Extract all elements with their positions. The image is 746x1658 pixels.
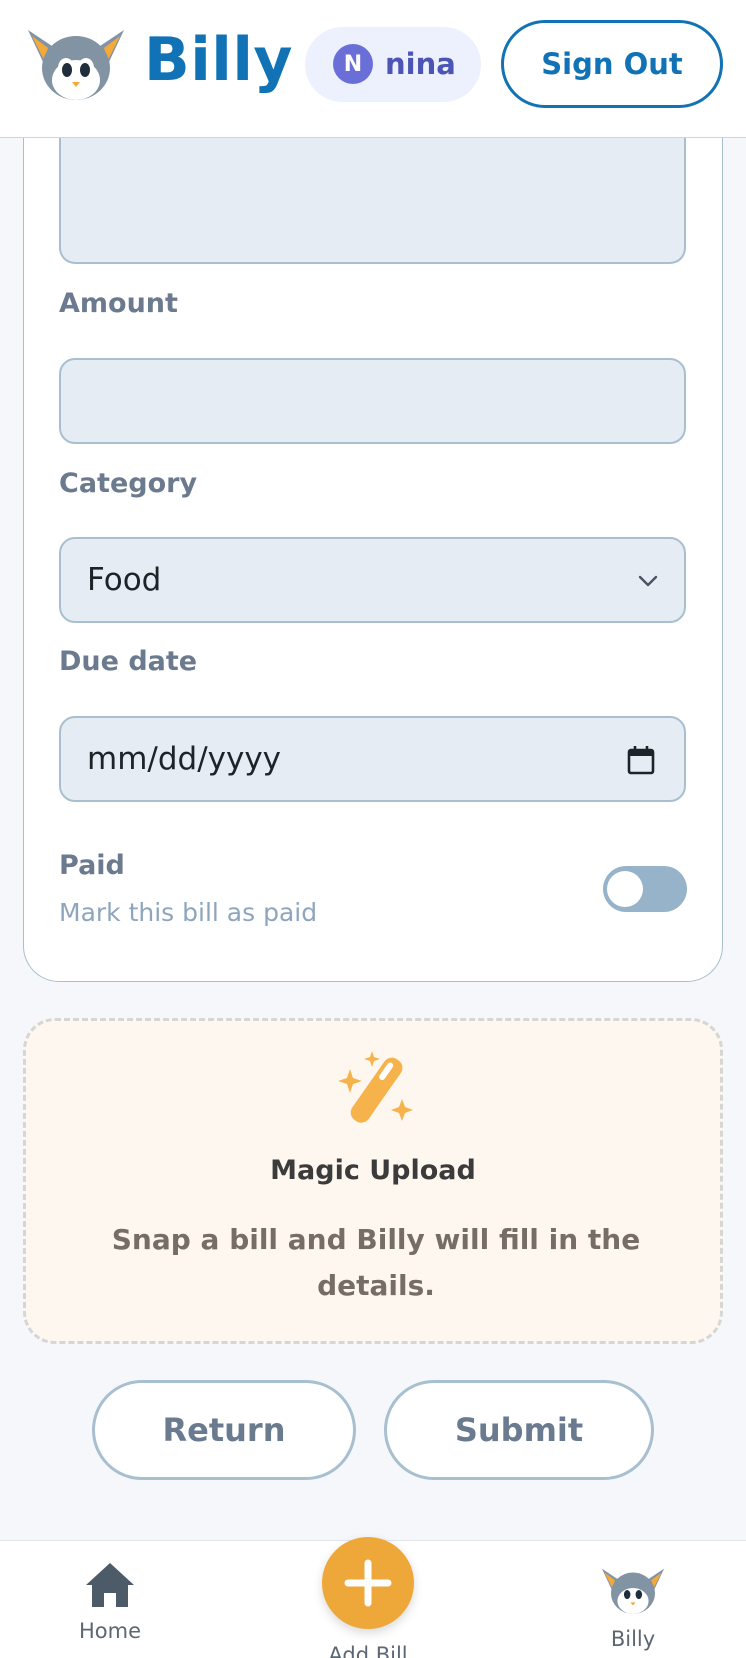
nav-billy-label: Billy <box>610 1627 656 1651</box>
nav-billy[interactable]: Billy <box>590 1561 676 1658</box>
billy-mascot-icon <box>601 1568 665 1614</box>
user-avatar: N <box>333 44 373 84</box>
return-button[interactable]: Return <box>92 1380 356 1480</box>
magic-upload-description: Snap a bill and Billy will fill in the d… <box>111 1223 641 1302</box>
paid-label: Paid <box>59 850 125 881</box>
chevron-down-icon <box>638 575 658 587</box>
category-label: Category <box>59 468 198 499</box>
brand-name: Billy <box>144 25 294 95</box>
nav-add-bill-label: Add Bill <box>328 1643 408 1658</box>
app-header: Billy N nina Sign Out <box>0 0 746 138</box>
calendar-icon[interactable] <box>626 744 656 776</box>
home-icon <box>86 1563 134 1607</box>
user-name: nina <box>385 47 456 81</box>
billy-logo <box>28 30 124 100</box>
user-pill[interactable]: N nina <box>305 27 481 102</box>
magic-wand-icon <box>338 1051 413 1123</box>
due-date-label: Due date <box>59 646 198 677</box>
magic-upload-dropzone[interactable]: Magic Upload Snap a bill and Billy will … <box>23 1018 723 1344</box>
amount-label: Amount <box>59 288 178 319</box>
add-bill-button[interactable] <box>322 1537 414 1629</box>
bottom-nav: Home Add Bill Billy <box>0 1537 746 1658</box>
category-select[interactable]: Food <box>59 537 686 623</box>
paid-toggle[interactable] <box>603 866 687 912</box>
sign-out-button[interactable]: Sign Out <box>501 20 723 108</box>
toggle-knob <box>607 871 643 907</box>
nav-home-label: Home <box>78 1619 141 1643</box>
due-date-placeholder: mm/dd/yyyy <box>87 741 282 777</box>
paid-description: Mark this bill as paid <box>59 898 318 927</box>
amount-input[interactable] <box>59 358 686 444</box>
nav-home[interactable]: Home <box>70 1561 150 1651</box>
plus-icon <box>344 1559 392 1607</box>
category-value: Food <box>87 562 162 598</box>
submit-button[interactable]: Submit <box>384 1380 654 1480</box>
magic-upload-title: Magic Upload <box>270 1155 476 1186</box>
due-date-input[interactable]: mm/dd/yyyy <box>59 716 686 802</box>
